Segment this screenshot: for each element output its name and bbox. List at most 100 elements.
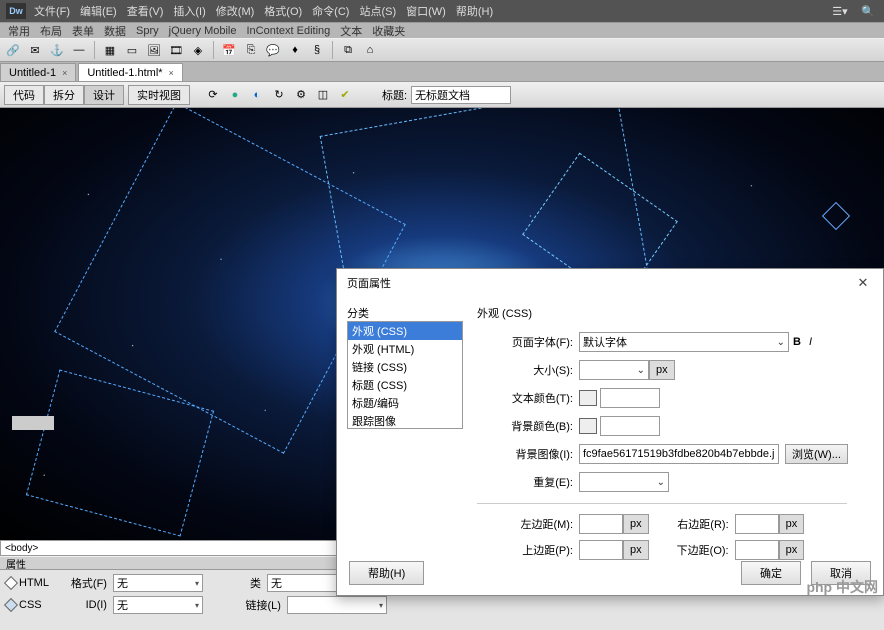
- ok-button[interactable]: 确定: [741, 561, 801, 585]
- left-margin-input[interactable]: [579, 514, 623, 534]
- cat-appearance-css[interactable]: 外观 (CSS): [348, 322, 462, 340]
- document-tabs: Untitled-1 × Untitled-1.html* ×: [0, 62, 884, 82]
- link-select[interactable]: [287, 596, 387, 614]
- subbar-spry[interactable]: Spry: [136, 25, 159, 37]
- refresh-icon[interactable]: ↻: [270, 86, 288, 104]
- help-button[interactable]: 帮助(H): [349, 561, 424, 585]
- link-icon[interactable]: 🔗: [4, 41, 22, 59]
- subbar-fav[interactable]: 收藏夹: [372, 23, 405, 39]
- server-icon[interactable]: ⎘: [242, 41, 260, 59]
- top-margin-label: 上边距(P):: [477, 542, 573, 558]
- media-icon[interactable]: 🎞: [167, 41, 185, 59]
- title-input[interactable]: [411, 86, 511, 104]
- prop-html-button[interactable]: HTML: [6, 574, 49, 592]
- menu-view[interactable]: 查看(V): [127, 3, 164, 19]
- email-icon[interactable]: ✉: [26, 41, 44, 59]
- tag-icon[interactable]: ⌂: [361, 41, 379, 59]
- close-icon[interactable]: ✕: [853, 273, 873, 293]
- italic-button[interactable]: I: [809, 336, 812, 348]
- cancel-button[interactable]: 取消: [811, 561, 871, 585]
- menu-site[interactable]: 站点(S): [359, 3, 396, 19]
- layout-dropdown-icon[interactable]: ☰ ▾: [830, 4, 850, 18]
- font-select[interactable]: 默认字体: [579, 332, 789, 352]
- category-list[interactable]: 外观 (CSS) 外观 (HTML) 链接 (CSS) 标题 (CSS) 标题/…: [347, 321, 463, 429]
- subbar-jquery[interactable]: jQuery Mobile: [169, 25, 237, 37]
- head-icon[interactable]: ♦: [286, 41, 304, 59]
- bgcolor-swatch[interactable]: [579, 418, 597, 434]
- hr-icon[interactable]: —: [70, 41, 88, 59]
- check-icon[interactable]: ✔: [336, 86, 354, 104]
- bottom-margin-label: 下边距(O):: [649, 542, 729, 558]
- menu-modify[interactable]: 修改(M): [216, 3, 255, 19]
- image-icon[interactable]: 🖼: [145, 41, 163, 59]
- bgimg-input[interactable]: [579, 444, 779, 464]
- insert-category-bar: 常用 布局 表单 数据 Spry jQuery Mobile InContext…: [0, 22, 884, 38]
- margin-unit[interactable]: px: [623, 514, 649, 534]
- table-icon[interactable]: ▦: [101, 41, 119, 59]
- diamond-icon: [4, 598, 18, 612]
- subbar-layout[interactable]: 布局: [40, 23, 62, 39]
- tab-untitled-1-html[interactable]: Untitled-1.html* ×: [78, 63, 182, 81]
- right-pane-header: 外观 (CSS): [477, 305, 873, 321]
- bold-button[interactable]: B: [793, 336, 801, 348]
- subbar-common[interactable]: 常用: [8, 23, 30, 39]
- date-icon[interactable]: 📅: [220, 41, 238, 59]
- cat-tracking-image[interactable]: 跟踪图像: [348, 412, 462, 430]
- view-code-button[interactable]: 代码: [4, 85, 44, 105]
- repeat-select[interactable]: [579, 472, 669, 492]
- cat-appearance-html[interactable]: 外观 (HTML): [348, 340, 462, 358]
- div-icon[interactable]: ▭: [123, 41, 141, 59]
- menu-help[interactable]: 帮助(H): [456, 3, 493, 19]
- close-icon[interactable]: ×: [169, 68, 174, 78]
- view-live-button[interactable]: 实时视图: [128, 85, 190, 105]
- size-unit[interactable]: px: [649, 360, 675, 380]
- subbar-data[interactable]: 数据: [104, 23, 126, 39]
- link-label: 链接(L): [231, 597, 281, 613]
- inspect-icon[interactable]: ●: [226, 86, 244, 104]
- bgcolor-input[interactable]: [600, 416, 660, 436]
- anchor-icon[interactable]: ⚓: [48, 41, 66, 59]
- margin-unit[interactable]: px: [779, 540, 805, 560]
- tab-untitled-1[interactable]: Untitled-1 ×: [0, 63, 76, 81]
- cat-headings-css[interactable]: 标题 (CSS): [348, 376, 462, 394]
- subbar-text[interactable]: 文本: [340, 23, 362, 39]
- templates-icon[interactable]: ⧉: [339, 41, 357, 59]
- prop-css-button[interactable]: CSS: [6, 596, 49, 614]
- format-select[interactable]: 无: [113, 574, 203, 592]
- options-icon[interactable]: ⚙: [292, 86, 310, 104]
- cat-links-css[interactable]: 链接 (CSS): [348, 358, 462, 376]
- size-select[interactable]: [579, 360, 649, 380]
- menu-insert[interactable]: 插入(I): [173, 3, 205, 19]
- dialog-titlebar[interactable]: 页面属性 ✕: [337, 269, 883, 297]
- top-margin-input[interactable]: [579, 540, 623, 560]
- menu-commands[interactable]: 命令(C): [312, 3, 349, 19]
- subbar-incontext[interactable]: InContext Editing: [246, 25, 330, 37]
- visual-icon[interactable]: ◫: [314, 86, 332, 104]
- id-select[interactable]: 无: [113, 596, 203, 614]
- close-icon[interactable]: ×: [62, 68, 67, 78]
- bgcolor-label: 背景颜色(B):: [477, 418, 573, 434]
- margin-unit[interactable]: px: [623, 540, 649, 560]
- subbar-forms[interactable]: 表单: [72, 23, 94, 39]
- watermark-box: [12, 416, 54, 430]
- margin-unit[interactable]: px: [779, 514, 805, 534]
- menu-window[interactable]: 窗口(W): [406, 3, 446, 19]
- menu-edit[interactable]: 编辑(E): [80, 3, 117, 19]
- bottom-margin-input[interactable]: [735, 540, 779, 560]
- textcolor-input[interactable]: [600, 388, 660, 408]
- browse-button[interactable]: 浏览(W)...: [785, 444, 848, 464]
- browser-icon[interactable]: ◐: [248, 86, 266, 104]
- script-icon[interactable]: §: [308, 41, 326, 59]
- comment-icon[interactable]: 💬: [264, 41, 282, 59]
- textcolor-swatch[interactable]: [579, 390, 597, 406]
- category-label: 分类: [347, 305, 369, 321]
- search-icon[interactable]: 🔍: [858, 4, 878, 18]
- view-design-button[interactable]: 设计: [84, 85, 124, 105]
- menu-file[interactable]: 文件(F): [34, 3, 70, 19]
- menu-format[interactable]: 格式(O): [264, 3, 302, 19]
- view-split-button[interactable]: 拆分: [44, 85, 84, 105]
- cat-title-encoding[interactable]: 标题/编码: [348, 394, 462, 412]
- right-margin-input[interactable]: [735, 514, 779, 534]
- live-code-icon[interactable]: ⟳: [204, 86, 222, 104]
- widget-icon[interactable]: ◈: [189, 41, 207, 59]
